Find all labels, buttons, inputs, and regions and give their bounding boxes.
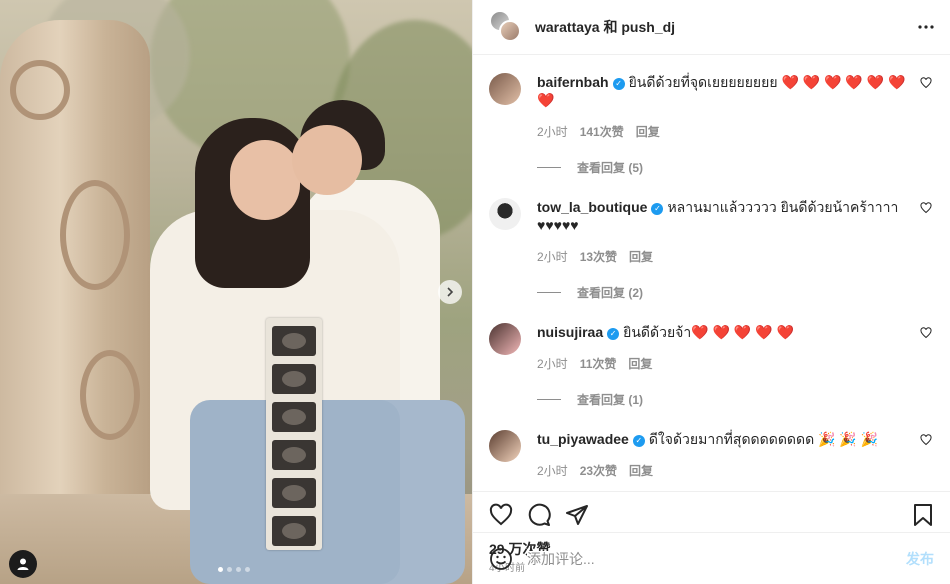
comment-username[interactable]: tu_piyawadee	[537, 431, 629, 447]
next-slide-button[interactable]	[438, 280, 462, 304]
comment-like-button[interactable]	[920, 77, 934, 89]
reply-button[interactable]: 回复	[629, 462, 653, 480]
reply-button[interactable]: 回复	[628, 355, 652, 373]
view-replies-button[interactable]: 查看回复 (2)	[537, 284, 934, 301]
like-button[interactable]	[489, 503, 513, 527]
verified-badge-icon: ✓	[651, 203, 664, 215]
verified-badge-icon: ✓	[632, 435, 645, 447]
comment-meta: 2小时 141次赞 回复	[537, 123, 910, 141]
comment-item: tow_la_boutique ✓ หลานมาแล้ววววว ยินดีด้วย…	[489, 198, 934, 266]
comment-emoji: ❤️ ❤️ ❤️ ❤️ ❤️	[691, 324, 794, 340]
divider	[537, 399, 561, 400]
carousel-dot	[236, 567, 241, 572]
add-comment-bar: 发布	[473, 532, 950, 584]
comment-username[interactable]: nuisujiraa	[537, 324, 603, 340]
post-comment-button[interactable]: 发布	[906, 549, 934, 569]
carousel-dot	[227, 567, 232, 572]
post-side-panel: warattaya 和 push_dj baifernbah ✓ ยินดีด้วย…	[472, 0, 950, 584]
save-button[interactable]	[912, 503, 934, 527]
send-icon	[566, 505, 588, 525]
tagged-users-button[interactable]	[9, 550, 37, 578]
avatar[interactable]	[489, 430, 521, 462]
heart-icon	[489, 503, 513, 526]
view-replies-label: 查看回复 (2)	[577, 286, 644, 300]
comment-time[interactable]: 2小时	[537, 123, 568, 141]
reply-button[interactable]: 回复	[629, 248, 653, 266]
carousel-dot	[218, 567, 223, 572]
divider	[537, 292, 561, 293]
comment-meta: 2小时 13次赞 回复	[537, 248, 910, 266]
comment-time[interactable]: 2小时	[537, 462, 568, 480]
post-photo[interactable]	[0, 0, 472, 584]
avatar[interactable]	[489, 323, 521, 355]
post-header: warattaya 和 push_dj	[473, 0, 950, 55]
more-options-button[interactable]	[918, 25, 934, 29]
comments-list[interactable]: baifernbah ✓ ยินดีด้วยที่จุดเยยยยยยยย ❤️ ❤…	[473, 55, 950, 491]
heart-icon	[920, 77, 932, 89]
comment-button[interactable]	[527, 503, 551, 527]
comment-like-button[interactable]	[920, 327, 934, 339]
comment-meta: 2小时 23次赞 回复	[537, 462, 910, 480]
comment-username[interactable]: baifernbah	[537, 74, 609, 90]
avatar[interactable]	[489, 73, 521, 105]
comment-emoji: 🎉 🎉 🎉	[818, 431, 879, 447]
woman-face	[230, 140, 300, 220]
collab-avatars[interactable]	[489, 10, 523, 44]
comment-text: ยินดีด้วยจ้า	[623, 324, 692, 340]
view-replies-label: 查看回复 (5)	[577, 161, 644, 175]
user-icon	[16, 557, 30, 571]
heart-icon	[920, 327, 932, 339]
post-authors[interactable]: warattaya 和 push_dj	[535, 17, 675, 37]
comment-item: baifernbah ✓ ยินดีด้วยที่จุดเยยยยยยยย ❤️ ❤…	[489, 73, 934, 141]
view-replies-button[interactable]: 查看回复 (5)	[537, 159, 934, 176]
comment-text: ดีใจด้วยมากที่สุดดดดดดดด	[648, 431, 815, 447]
divider	[537, 167, 561, 168]
verified-badge-icon: ✓	[612, 78, 625, 90]
more-horizontal-icon	[918, 25, 934, 29]
comment-likes[interactable]: 11次赞	[580, 355, 617, 373]
chevron-right-icon	[445, 287, 455, 297]
share-button[interactable]	[565, 503, 589, 527]
post-dialog: warattaya 和 push_dj baifernbah ✓ ยินดีด้วย…	[0, 0, 950, 584]
avatar[interactable]	[489, 198, 521, 230]
comment-username[interactable]: tow_la_boutique	[537, 199, 647, 215]
verified-badge-icon: ✓	[607, 328, 620, 340]
view-replies-label: 查看回复 (1)	[577, 393, 644, 407]
comment-input[interactable]	[527, 550, 906, 567]
avatar	[499, 20, 521, 42]
comment-icon	[528, 503, 551, 526]
comment-text: ยินดีด้วยที่จุดเยยยยยยยย	[628, 74, 778, 90]
comment-meta: 2小时 11次赞 回复	[537, 355, 910, 373]
emoji-icon	[490, 547, 512, 570]
comment-time[interactable]: 2小时	[537, 355, 568, 373]
man-face	[292, 125, 362, 195]
post-actions	[473, 491, 950, 538]
comment-like-button[interactable]	[920, 202, 934, 214]
view-replies-button[interactable]: 查看回复 (1)	[537, 391, 934, 408]
carousel-dot	[245, 567, 250, 572]
emoji-button[interactable]	[489, 547, 513, 571]
ultrasound-strip	[266, 318, 322, 550]
comment-like-button[interactable]	[920, 434, 934, 446]
comment-time[interactable]: 2小时	[537, 248, 568, 266]
comment-likes[interactable]: 13次赞	[580, 248, 617, 266]
heart-icon	[920, 202, 932, 214]
carousel-dots	[218, 567, 250, 572]
comment-likes[interactable]: 141次赞	[580, 123, 624, 141]
reply-button[interactable]: 回复	[636, 123, 660, 141]
comment-item: nuisujiraa ✓ ยินดีด้วยจ้า❤️ ❤️ ❤️ ❤️ ❤️ 2小…	[489, 323, 934, 373]
bookmark-icon	[914, 504, 932, 526]
heart-icon	[920, 434, 932, 446]
comment-item: tu_piyawadee ✓ ดีใจด้วยมากที่สุดดดดดดดด 🎉 …	[489, 430, 934, 480]
comment-likes[interactable]: 23次赞	[580, 462, 617, 480]
